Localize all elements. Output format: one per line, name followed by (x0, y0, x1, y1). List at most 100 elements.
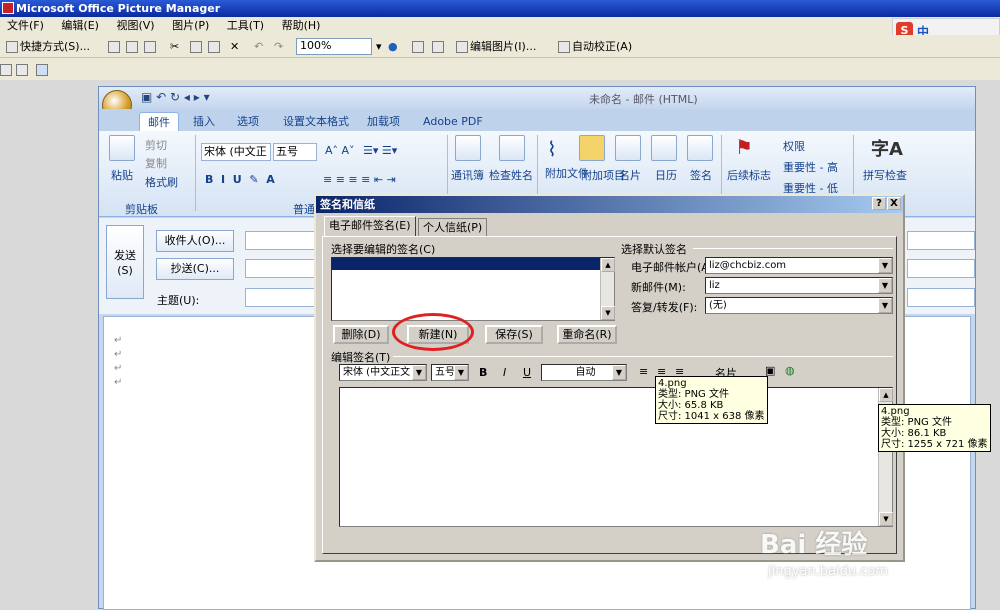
edit-pictures-button[interactable]: 编辑图片(I)... (456, 38, 536, 55)
signature-label[interactable]: 签名 (690, 167, 712, 183)
chevron-down-icon[interactable]: ▼ (454, 365, 468, 380)
follow-up-label[interactable]: 后续标志 (727, 167, 771, 183)
tab-options[interactable]: 选项 (229, 112, 267, 131)
check-names-icon[interactable] (499, 135, 525, 161)
rename-button[interactable]: 重命名(R) (557, 325, 617, 344)
calendar-label[interactable]: 日历 (655, 167, 677, 183)
cut-button[interactable]: 剪切 (145, 137, 167, 153)
font-size-select[interactable]: 五号 (273, 143, 317, 161)
copy-icon[interactable] (190, 38, 204, 55)
tab-adobe-pdf[interactable]: Adobe PDF (415, 112, 491, 131)
menu-help[interactable]: 帮助(H) (275, 17, 328, 35)
account-select[interactable]: liz@chcbiz.com ▼ (705, 257, 893, 274)
subject-field[interactable] (245, 288, 315, 307)
paperclip-icon[interactable]: ⌇ (547, 137, 557, 161)
cc-field-end[interactable] (907, 259, 975, 278)
close-button[interactable]: X (887, 197, 901, 210)
italic-button[interactable]: I (503, 366, 506, 379)
follow-up-flag-icon[interactable]: ⚑ (735, 135, 753, 159)
chevron-down-icon[interactable]: ▼ (612, 365, 626, 380)
spelling-label[interactable]: 拼写检查 (863, 167, 907, 183)
zoom-select[interactable]: 100% (296, 38, 372, 55)
redo-icon[interactable]: ↷ (274, 38, 283, 55)
paste-label[interactable]: 粘贴 (111, 167, 133, 183)
rotate-left-icon[interactable] (412, 38, 426, 55)
format-icons[interactable]: B I U ✎ A (205, 173, 275, 186)
align-left-icon[interactable]: ≡ (639, 365, 648, 378)
menu-tools[interactable]: 工具(T) (220, 17, 271, 35)
check-names-label[interactable]: 检查姓名 (489, 167, 533, 183)
to-button[interactable]: 收件人(O)... (156, 230, 234, 252)
quick-access-toolbar[interactable]: ▣ ↶ ↻ ◂ ▸ ▾ (141, 90, 210, 104)
single-view-icon[interactable] (36, 61, 50, 78)
underline-button[interactable]: U (523, 366, 531, 379)
delete-button[interactable]: 删除(D) (333, 325, 389, 344)
tab-message[interactable]: 邮件 (139, 112, 179, 131)
menu-edit[interactable]: 编辑(E) (54, 17, 106, 35)
email-icon[interactable] (144, 38, 158, 55)
attach-item-icon[interactable] (579, 135, 605, 161)
chevron-down-icon[interactable]: ▼ (878, 278, 892, 293)
reply-forward-select[interactable]: (无) ▼ (705, 297, 893, 314)
auto-correct-button[interactable]: 自动校正(A) (558, 38, 632, 55)
help-button[interactable]: ? (872, 197, 886, 210)
send-button[interactable]: 发送 (S) (106, 225, 144, 299)
chevron-down-icon[interactable]: ▼ (412, 365, 426, 380)
address-book-icon[interactable] (455, 135, 481, 161)
menu-view[interactable]: 视图(V) (109, 17, 161, 35)
tab-format-text[interactable]: 设置文本格式 (275, 112, 357, 131)
delete-icon[interactable]: ✕ (230, 38, 239, 55)
bold-button[interactable]: B (479, 366, 487, 379)
scroll-up-icon[interactable]: ▲ (601, 258, 615, 272)
business-card-label[interactable]: 名片 (619, 167, 641, 183)
edit-font-select[interactable]: 宋体 (中文正文 ▼ (339, 364, 427, 381)
copy-button[interactable]: 复制 (145, 155, 167, 171)
cc-field[interactable] (245, 259, 315, 278)
to-field-end[interactable] (907, 231, 975, 250)
cut-icon[interactable]: ✂ (170, 38, 179, 55)
format-painter-button[interactable]: 格式刷 (145, 174, 178, 190)
tab-addins[interactable]: 加载项 (359, 112, 408, 131)
paste-icon[interactable] (109, 135, 135, 161)
save-button[interactable]: 保存(S) (485, 325, 543, 344)
paste-icon[interactable] (208, 38, 222, 55)
align-icons[interactable]: ≡ ≡ ≡ ≡ ⇤ ⇥ (323, 173, 396, 186)
spelling-icon[interactable]: 字A (871, 135, 903, 161)
permission-button[interactable]: 权限 (783, 138, 805, 154)
address-book-label[interactable]: 通讯簿 (451, 167, 484, 183)
filmstrip-view-icon[interactable] (16, 61, 30, 78)
rotate-right-icon[interactable] (432, 38, 446, 55)
signature-editor[interactable]: ▲ ▼ (339, 387, 893, 527)
new-message-select[interactable]: liz ▼ (705, 277, 893, 294)
to-field[interactable] (245, 231, 315, 250)
font-color-select[interactable]: 自动 ▼ (541, 364, 627, 381)
signature-icon[interactable] (687, 135, 713, 161)
menu-file[interactable]: 文件(F) (0, 17, 51, 35)
tab-personal-stationery[interactable]: 个人信纸(P) (418, 218, 488, 236)
undo-icon[interactable]: ↶ (254, 38, 263, 55)
font-grow-icon[interactable]: A˄ A˅ (325, 144, 355, 157)
insert-hyperlink-icon[interactable]: ◍ (785, 364, 795, 377)
chevron-down-icon[interactable]: ▼ (878, 258, 892, 273)
business-card-icon[interactable] (615, 135, 641, 161)
shortcuts-button[interactable]: 快捷方式(S)... (6, 38, 90, 55)
signature-list-scrollbar[interactable]: ▲ ▼ (600, 258, 615, 320)
edit-size-select[interactable]: 五号 ▼ (431, 364, 469, 381)
thumbnail-view-icon[interactable] (0, 61, 14, 78)
tab-email-signature[interactable]: 电子邮件签名(E) (324, 216, 416, 236)
scroll-down-icon[interactable]: ▼ (601, 306, 615, 320)
signature-list[interactable]: ▲ ▼ (331, 257, 615, 321)
chevron-down-icon[interactable]: ▼ (878, 298, 892, 313)
font-select[interactable]: 宋体 (中文正 (201, 143, 271, 161)
subject-field-end[interactable] (907, 288, 975, 307)
high-importance-button[interactable]: 重要性 - 高 (783, 159, 838, 175)
scroll-down-icon[interactable]: ▼ (879, 512, 893, 526)
save-icon[interactable] (108, 38, 122, 55)
zoom-dropdown-icon[interactable]: ▾ (376, 38, 382, 55)
help-icon[interactable]: ● (388, 38, 398, 55)
tab-insert[interactable]: 插入 (185, 112, 223, 131)
calendar-icon[interactable] (651, 135, 677, 161)
cc-button[interactable]: 抄送(C)... (156, 258, 234, 280)
menu-picture[interactable]: 图片(P) (165, 17, 216, 35)
print-icon[interactable] (126, 38, 140, 55)
